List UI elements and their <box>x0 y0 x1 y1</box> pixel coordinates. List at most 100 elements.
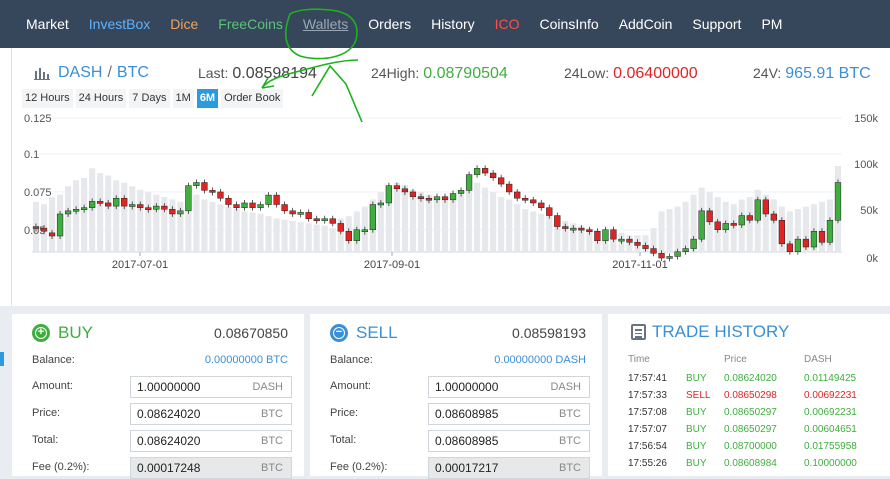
candle-body <box>818 231 826 243</box>
volume-bar <box>746 197 753 252</box>
candle-body <box>121 197 128 207</box>
volume-bar <box>105 175 112 252</box>
y-tick-label: 0.075 <box>24 187 52 199</box>
buy-amount-input[interactable] <box>131 377 249 397</box>
trade-amount: 0.00692231 <box>804 390 857 401</box>
pair-title: DASH / BTC <box>34 64 149 82</box>
nav-support[interactable]: Support <box>682 0 751 48</box>
buy-price-input[interactable] <box>131 404 249 424</box>
candle-body <box>129 204 136 207</box>
volume-bar <box>201 199 208 252</box>
range-12h-button[interactable]: 12 Hours <box>22 89 73 108</box>
trade-history-row: 17:55:26 BUY 0.08608984 0.10000000 <box>608 458 890 475</box>
trade-history-row: 17:57:08 BUY 0.08650297 0.00692231 <box>608 407 890 424</box>
candle-body <box>514 191 521 199</box>
sell-price-field[interactable]: BTC <box>428 403 590 425</box>
buy-total-input[interactable] <box>131 431 249 451</box>
buy-balance-value[interactable]: 0.00000000 BTC <box>205 354 288 366</box>
volume-bar <box>393 182 400 252</box>
volume-bar <box>506 199 513 252</box>
nav-wallets[interactable]: Wallets <box>293 0 358 48</box>
nav-ico[interactable]: ICO <box>485 0 530 48</box>
range-24h-button[interactable]: 24 Hours <box>75 89 127 108</box>
trade-amount: 0.10000000 <box>804 458 857 469</box>
nav-addcoin[interactable]: AddCoin <box>609 0 683 48</box>
volume-tick-label: 50k <box>860 205 878 217</box>
candle-body <box>554 215 561 227</box>
candle-body <box>257 204 264 208</box>
sell-amount-field[interactable]: DASH <box>428 376 590 398</box>
buy-amount-label: Amount: <box>32 380 73 392</box>
sell-total-field[interactable]: BTC <box>428 430 590 452</box>
candle-body <box>690 238 697 249</box>
range-7d-button[interactable]: 7 Days <box>129 89 170 108</box>
nav-history[interactable]: History <box>421 0 485 48</box>
trade-time: 17:56:54 <box>628 441 667 452</box>
buy-fee-input <box>131 458 249 478</box>
buy-total-field[interactable]: BTC <box>130 430 292 452</box>
buy-price-unit: BTC <box>261 408 283 420</box>
nav-orders[interactable]: Orders <box>358 0 421 48</box>
volume-bar <box>530 211 537 252</box>
high-stat: 24High: 0.08790504 <box>371 65 508 83</box>
trade-type: BUY <box>686 458 707 469</box>
candle-body <box>385 185 393 204</box>
y-tick-label: 0.125 <box>24 113 52 125</box>
candle-body <box>658 253 665 259</box>
candle-body <box>538 202 545 208</box>
candle-body <box>225 197 232 205</box>
candle-body <box>80 207 88 210</box>
sell-balance-value[interactable]: 0.00000000 DASH <box>494 354 586 366</box>
candle-body <box>650 248 657 254</box>
volume-bar <box>273 218 280 252</box>
nav-market[interactable]: Market <box>0 0 79 48</box>
candle-body <box>810 231 818 248</box>
candle-body <box>153 205 160 210</box>
candle-body <box>273 194 280 205</box>
volume-bar <box>674 206 681 252</box>
nav-coinsinfo[interactable]: CoinsInfo <box>530 0 609 48</box>
trade-history-row: 17:57:41 BUY 0.08624020 0.01149425 <box>608 373 890 390</box>
candle-body <box>289 210 296 215</box>
candle-body <box>786 243 794 252</box>
candle-body <box>674 251 681 257</box>
volume-bar <box>73 180 80 252</box>
candle-body <box>682 248 689 252</box>
volume-bar <box>770 199 777 252</box>
range-6m-button[interactable]: 6M <box>196 89 219 108</box>
trade-history-row: 17:56:54 BUY 0.08700000 0.01755958 <box>608 441 890 458</box>
minus-icon: − <box>330 324 348 342</box>
trade-time: 17:57:41 <box>628 373 667 384</box>
volume-bar <box>145 192 152 252</box>
buy-total-unit: BTC <box>261 435 283 447</box>
sell-price-input[interactable] <box>429 404 547 424</box>
trade-amount: 0.01149425 <box>804 373 857 384</box>
trade-price: 0.08608984 <box>724 458 777 469</box>
order-book-button[interactable]: Order Book <box>221 89 284 108</box>
volume-bar <box>49 197 56 252</box>
range-selector: 12 Hours 24 Hours 7 Days 1M 6M Order Boo… <box>22 89 284 108</box>
volume-bar <box>65 186 72 252</box>
nav-freecoins[interactable]: FreeCoins <box>208 0 293 48</box>
candle-body <box>473 168 481 175</box>
candle-body <box>89 201 96 208</box>
trade-type: BUY <box>686 424 707 435</box>
top-nav: Market InvestBox Dice FreeCoins Wallets … <box>0 0 890 48</box>
trade-time: 17:57:07 <box>628 424 667 435</box>
volume-bar <box>257 213 264 252</box>
volume-bar <box>97 173 104 252</box>
nav-dice[interactable]: Dice <box>160 0 208 48</box>
candle-body <box>401 188 409 193</box>
nav-pm[interactable]: PM <box>751 0 792 48</box>
volume-bar <box>225 206 232 252</box>
sell-total-input[interactable] <box>429 431 547 451</box>
candle-body <box>305 212 312 219</box>
candle-body <box>64 210 72 215</box>
range-1m-button[interactable]: 1M <box>172 89 194 108</box>
nav-investbox[interactable]: InvestBox <box>79 0 160 48</box>
buy-price-field[interactable]: BTC <box>130 403 292 425</box>
candle-body <box>546 207 553 216</box>
buy-amount-field[interactable]: DASH <box>130 376 292 398</box>
buy-amount-row: Amount: DASH <box>12 376 304 398</box>
sell-amount-input[interactable] <box>429 377 547 397</box>
